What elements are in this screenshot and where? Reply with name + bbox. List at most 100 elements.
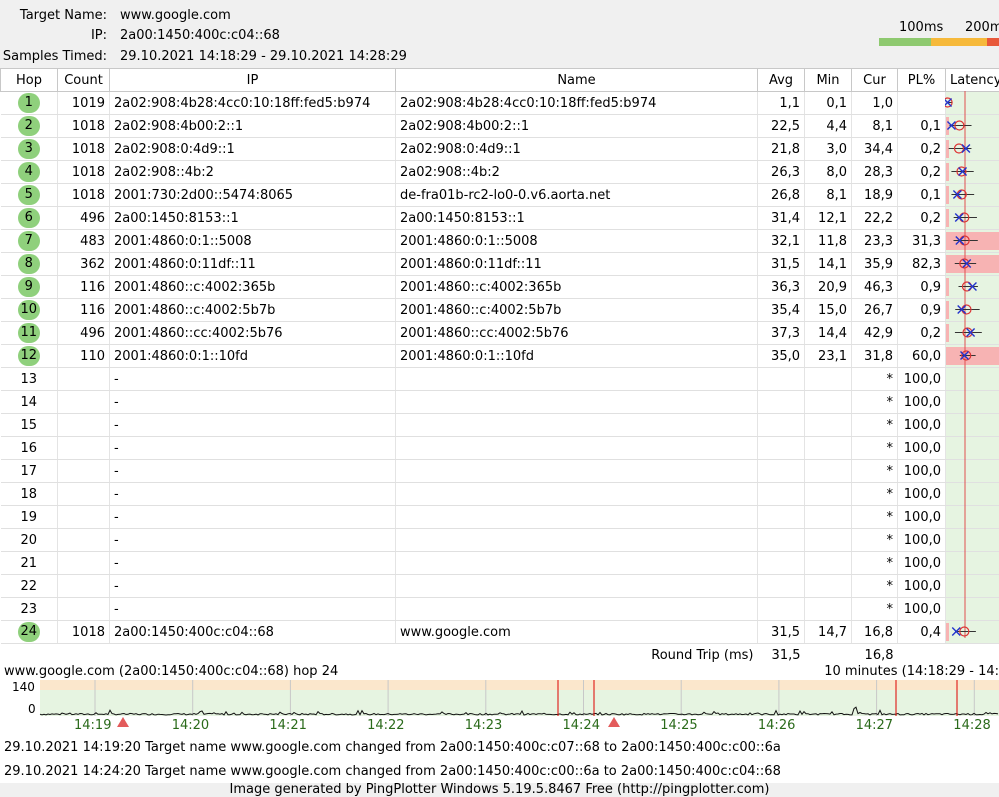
- ip-cell: -: [109, 597, 396, 621]
- table-row[interactable]: 5 1018 2001:730:2d00::5474:8065 de-fra01b-r…: [0, 183, 999, 207]
- samples-value: 29.10.2021 14:18:29 - 29.10.2021 14:28:2…: [120, 49, 407, 64]
- avg-cell: 32,1: [757, 229, 805, 253]
- col-min[interactable]: Min: [804, 68, 852, 92]
- packet-loss-bar: [946, 347, 999, 365]
- name-cell: [395, 574, 758, 598]
- hop-number: 11: [17, 323, 40, 343]
- count-cell: [57, 528, 110, 552]
- cur-cell: 22,2: [851, 206, 898, 230]
- packet-loss-bar: [946, 186, 949, 204]
- name-cell: 2a02:908:0:4d9::1: [395, 137, 758, 161]
- cur-cell: 42,9: [851, 321, 898, 345]
- table-row[interactable]: 21 - * 100,0: [0, 551, 999, 575]
- ip-cell: 2a02:908:4b00:2::1: [109, 114, 396, 138]
- pl-cell: 100,0: [897, 505, 946, 529]
- table-row[interactable]: 9 116 2001:4860::c:4002:365b 2001:4860::c:4…: [0, 275, 999, 299]
- table-row[interactable]: 17 - * 100,0: [0, 459, 999, 483]
- count-cell: 1018: [57, 160, 110, 184]
- cur-cell: 1,0: [851, 91, 898, 115]
- min-cell: 23,1: [804, 344, 852, 368]
- table-row[interactable]: 7 483 2001:4860:0:1::5008 2001:4860:0:1::50…: [0, 229, 999, 253]
- pl-cell: 100,0: [897, 436, 946, 460]
- ip-cell: 2a02:908:0:4d9::1: [109, 137, 396, 161]
- hop-cell: 8: [0, 252, 58, 276]
- col-ip[interactable]: IP: [109, 68, 396, 92]
- latency-cell: [945, 574, 999, 598]
- min-cell: 8,0: [804, 160, 852, 184]
- table-row[interactable]: 10 116 2001:4860::c:4002:5b7b 2001:4860::c:…: [0, 298, 999, 322]
- hop-cell: 24: [0, 620, 58, 644]
- target-name-value: www.google.com: [120, 8, 231, 23]
- graph-x-label: 14:26: [757, 718, 796, 733]
- table-row[interactable]: 6 496 2a00:1450:8153::1 2a00:1450:8153::1 31…: [0, 206, 999, 230]
- col-latency[interactable]: Latency: [945, 68, 999, 92]
- hop-cell: 22: [0, 574, 58, 598]
- latency-cell: [945, 275, 999, 299]
- col-hop[interactable]: Hop: [0, 68, 58, 92]
- cur-cell: 31,8: [851, 344, 898, 368]
- count-cell: 496: [57, 206, 110, 230]
- latency-legend: 100ms 200m: [879, 20, 999, 50]
- hop-cell: 1: [0, 91, 58, 115]
- avg-cell: [757, 505, 805, 529]
- table-row[interactable]: 23 - * 100,0: [0, 597, 999, 621]
- samples-label: Samples Timed:: [2, 49, 107, 64]
- pl-cell: 100,0: [897, 597, 946, 621]
- table-row[interactable]: 8 362 2001:4860:0:11df::11 2001:4860:0:11df…: [0, 252, 999, 276]
- min-cell: 0,1: [804, 91, 852, 115]
- avg-cell: [757, 390, 805, 414]
- table-row[interactable]: 15 - * 100,0: [0, 413, 999, 437]
- latency-cell: [945, 206, 999, 230]
- min-cell: [804, 367, 852, 391]
- name-cell: [395, 367, 758, 391]
- col-name[interactable]: Name: [395, 68, 758, 92]
- table-row[interactable]: 14 - * 100,0: [0, 390, 999, 414]
- cur-cell: 28,3: [851, 160, 898, 184]
- name-cell: 2001:4860:0:1::5008: [395, 229, 758, 253]
- table-row[interactable]: 13 - * 100,0: [0, 367, 999, 391]
- ip-cell: -: [109, 459, 396, 483]
- table-row[interactable]: 24 1018 2a00:1450:400c:c04::68 www.google.c…: [0, 620, 999, 644]
- table-row[interactable]: 18 - * 100,0: [0, 482, 999, 506]
- col-count[interactable]: Count: [57, 68, 110, 92]
- hop-cell: 16: [0, 436, 58, 460]
- table-row[interactable]: 2 1018 2a02:908:4b00:2::1 2a02:908:4b00:2::…: [0, 114, 999, 138]
- table-row[interactable]: 11 496 2001:4860::cc:4002:5b76 2001:4860::c…: [0, 321, 999, 345]
- ip-cell: -: [109, 574, 396, 598]
- min-cell: 4,4: [804, 114, 852, 138]
- hop-cell: 17: [0, 459, 58, 483]
- table-row[interactable]: 19 - * 100,0: [0, 505, 999, 529]
- pl-cell: 0,1: [897, 183, 946, 207]
- summary-header: Target Name: www.google.com IP: 2a00:145…: [0, 0, 999, 68]
- avg-cell: 26,3: [757, 160, 805, 184]
- min-cell: 11,8: [804, 229, 852, 253]
- col-cur[interactable]: Cur: [851, 68, 898, 92]
- hop-number: 2: [17, 116, 40, 136]
- avg-cell: 37,3: [757, 321, 805, 345]
- table-row[interactable]: 12 110 2001:4860:0:1::10fd 2001:4860:0:1::1…: [0, 344, 999, 368]
- pl-cell: 100,0: [897, 528, 946, 552]
- legend-warn-bar: [931, 38, 987, 46]
- latency-cell: [945, 505, 999, 529]
- col-pl[interactable]: PL%: [897, 68, 946, 92]
- table-row[interactable]: 1 1019 2a02:908:4b28:4cc0:10:18ff:fed5:b97…: [0, 91, 999, 115]
- avg-cell: [757, 597, 805, 621]
- hop-number: 22: [20, 578, 38, 594]
- col-avg[interactable]: Avg: [757, 68, 805, 92]
- cur-cell: 8,1: [851, 114, 898, 138]
- table-row[interactable]: 20 - * 100,0: [0, 528, 999, 552]
- table-row[interactable]: 4 1018 2a02:908::4b:2 2a02:908::4b:2 26,3 8,0…: [0, 160, 999, 184]
- ip-cell: -: [109, 528, 396, 552]
- name-cell: [395, 528, 758, 552]
- table-row[interactable]: 16 - * 100,0: [0, 436, 999, 460]
- packet-loss-bar: [946, 232, 999, 250]
- ip-cell: -: [109, 390, 396, 414]
- hop-number: 14: [20, 394, 38, 410]
- table-row[interactable]: 3 1018 2a02:908:0:4d9::1 2a02:908:0:4d9::1 2…: [0, 137, 999, 161]
- latency-cell: [945, 367, 999, 391]
- pl-cell: 100,0: [897, 459, 946, 483]
- count-cell: 1019: [57, 91, 110, 115]
- min-cell: 12,1: [804, 206, 852, 230]
- hop-cell: 2: [0, 114, 58, 138]
- table-row[interactable]: 22 - * 100,0: [0, 574, 999, 598]
